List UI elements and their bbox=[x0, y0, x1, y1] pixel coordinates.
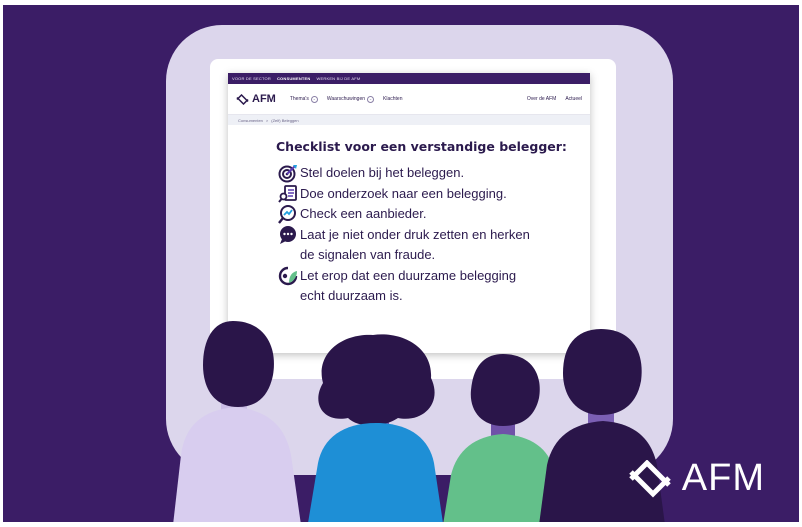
checklist-line-3: Check een aanbieder. bbox=[300, 206, 427, 221]
menu-themas-label: Thema's bbox=[289, 96, 309, 102]
breadcrumb-current: (Zelf) Beleggen bbox=[271, 117, 299, 123]
checklist-content: Checklist voor een verstandige belegger:… bbox=[228, 125, 590, 307]
chevron-down-icon: ⌄ bbox=[310, 95, 318, 103]
afm-logo-icon bbox=[236, 93, 249, 105]
list-item: Check een aanbieder. bbox=[276, 204, 590, 225]
list-item: Stel doelen bij het beleggen. bbox=[276, 163, 590, 184]
checklist-line-1: Stel doelen bij het beleggen. bbox=[300, 165, 465, 180]
top-navigation: VOOR DE SECTOR CONSUMENTEN WERKEN BIJ DE… bbox=[228, 73, 590, 84]
checklist-title: Checklist voor een verstandige belegger: bbox=[276, 139, 567, 154]
list-item: Doe onderzoek naar een belegging. bbox=[276, 184, 590, 205]
research-document-icon bbox=[278, 184, 300, 204]
topnav-consumenten[interactable]: CONSUMENTEN bbox=[277, 76, 311, 81]
checklist-line-4a: Laat je niet onder druk zetten en herken bbox=[300, 226, 530, 242]
breadcrumb-separator: > bbox=[265, 117, 269, 123]
checklist-line-5a: Let erop dat een duurzame belegging bbox=[300, 267, 517, 283]
breadcrumb-consumenten[interactable]: Consumenten bbox=[238, 118, 263, 123]
menu-over-de-afm[interactable]: Over de AFM bbox=[527, 96, 556, 102]
checklist-line-5: Let erop dat een duurzame belegging echt… bbox=[300, 266, 580, 307]
target-icon bbox=[278, 163, 300, 183]
topnav-werken-bij[interactable]: WERKEN BIJ DE AFM bbox=[317, 76, 361, 81]
checklist-line-2: Doe onderzoek naar een belegging. bbox=[300, 185, 507, 201]
topnav-voor-de-sector[interactable]: VOOR DE SECTOR bbox=[232, 76, 271, 81]
menu-waarschuwingen[interactable]: Waarschuwingen ⌄ bbox=[326, 95, 375, 103]
chat-bubble-icon bbox=[278, 225, 300, 245]
afm-logo-text: AFM bbox=[252, 93, 276, 105]
afm-logo-icon bbox=[629, 459, 671, 498]
menu-actueel[interactable]: Actueel bbox=[565, 96, 582, 102]
chevron-down-icon: ⌄ bbox=[367, 95, 375, 103]
menu-klachten[interactable]: Klachten bbox=[383, 96, 402, 102]
illustration-background: VOOR DE SECTOR CONSUMENTEN WERKEN BIJ DE… bbox=[3, 5, 799, 522]
checklist-line-5b: echt duurzaam is. bbox=[300, 288, 403, 303]
person-lavender bbox=[173, 321, 301, 522]
afm-logo-text: AFM bbox=[681, 457, 765, 499]
menu-klachten-label: Klachten bbox=[383, 96, 403, 102]
site-header: AFM Thema's ⌄ Waarschuwingen ⌄ Klachten … bbox=[228, 84, 590, 115]
checklist-line-4: Laat je niet onder druk zetten en herken… bbox=[300, 225, 580, 266]
sustainable-leaf-icon bbox=[278, 266, 300, 286]
afm-brand-logo: AFM bbox=[628, 457, 765, 500]
afm-webpage: VOOR DE SECTOR CONSUMENTEN WERKEN BIJ DE… bbox=[228, 73, 590, 353]
afm-logo-small[interactable]: AFM bbox=[236, 93, 276, 105]
breadcrumb: Consumenten > (Zelf) Beleggen bbox=[228, 115, 590, 125]
checklist-line-4b: de signalen van fraude. bbox=[300, 247, 436, 262]
list-item: Laat je niet onder druk zetten en herken… bbox=[276, 225, 590, 266]
menu-themas[interactable]: Thema's ⌄ bbox=[289, 95, 318, 103]
person-blue bbox=[308, 334, 443, 522]
menu-waarschuwingen-label: Waarschuwingen bbox=[326, 96, 366, 102]
list-item: Let erop dat een duurzame belegging echt… bbox=[276, 266, 590, 307]
magnifier-chart-icon bbox=[278, 204, 300, 224]
